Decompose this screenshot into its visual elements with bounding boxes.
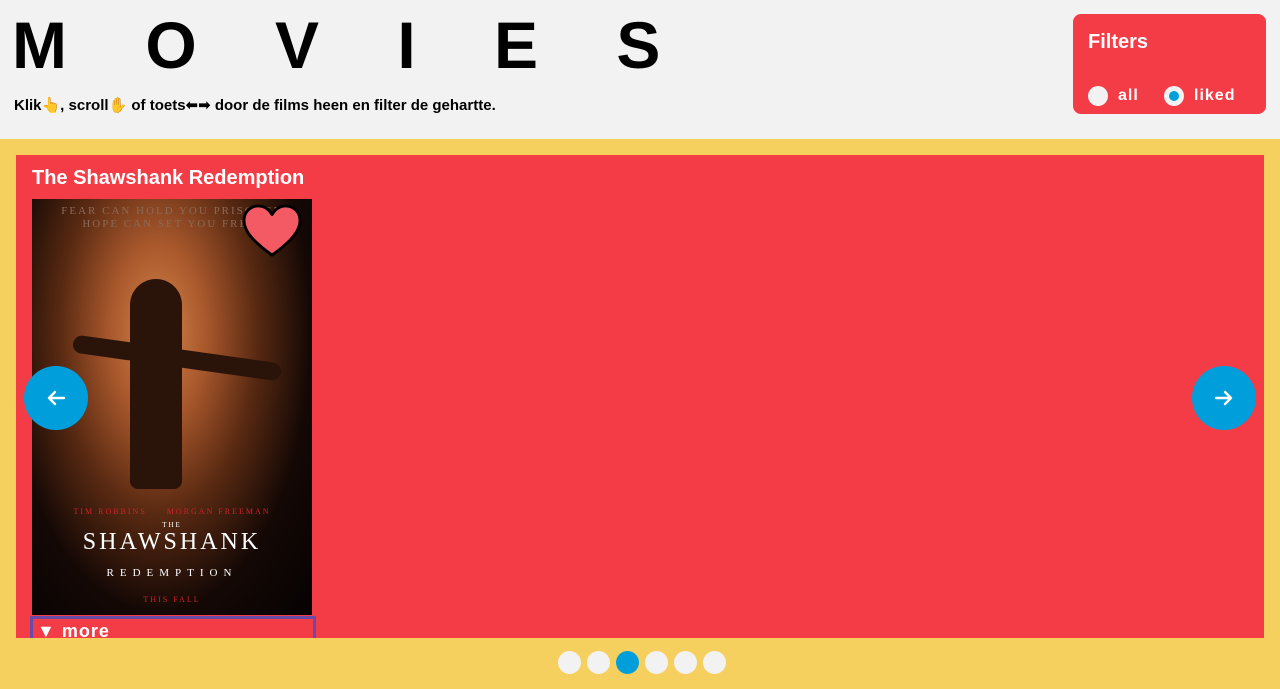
page-title: M O V I E S xyxy=(12,8,691,82)
pagination-dots xyxy=(558,651,726,674)
radio-liked[interactable] xyxy=(1164,86,1184,106)
page-header: M O V I E S Klik👆, scroll✋ of toets⬅➡ do… xyxy=(0,0,1280,139)
arrow-right-icon xyxy=(1214,390,1233,406)
pagination-dot-3[interactable] xyxy=(616,651,639,674)
poster-actors: TIM ROBBINS MORGAN FREEMAN xyxy=(73,507,271,516)
filters-heading: Filters xyxy=(1088,31,1149,53)
filter-option-liked[interactable]: liked xyxy=(1164,86,1235,106)
radio-all[interactable] xyxy=(1088,86,1108,106)
carousel-stage: The Shawshank Redemption FEAR CAN HOLD Y… xyxy=(0,139,1280,689)
movie-title: The Shawshank Redemption xyxy=(32,167,305,189)
more-toggle[interactable]: ▼ more xyxy=(30,616,316,638)
pagination-dot-4[interactable] xyxy=(645,651,668,674)
pagination-dot-2[interactable] xyxy=(587,651,610,674)
prev-button[interactable] xyxy=(24,366,88,430)
poster-release: THIS FALL xyxy=(143,595,201,604)
movie-card: The Shawshank Redemption FEAR CAN HOLD Y… xyxy=(16,155,1264,638)
next-button[interactable] xyxy=(1192,366,1256,430)
poster-title: SHAWSHANK xyxy=(82,529,262,555)
filter-label-all: all xyxy=(1118,87,1139,104)
pagination-dot-1[interactable] xyxy=(558,651,581,674)
heart-icon[interactable] xyxy=(241,203,303,259)
pagination-dot-5[interactable] xyxy=(674,651,697,674)
poster-the: THE xyxy=(162,521,182,529)
poster-subtitle: REDEMPTION xyxy=(106,567,238,579)
pagination-dot-6[interactable] xyxy=(703,651,726,674)
filters-panel: Filters all liked xyxy=(1073,14,1266,114)
arrow-left-icon xyxy=(47,390,66,406)
poster-figure xyxy=(130,279,182,489)
instructions-text: Klik👆, scroll✋ of toets⬅➡ door de films … xyxy=(14,97,496,114)
filter-option-all[interactable]: all xyxy=(1088,86,1139,106)
filter-label-liked: liked xyxy=(1194,87,1236,104)
